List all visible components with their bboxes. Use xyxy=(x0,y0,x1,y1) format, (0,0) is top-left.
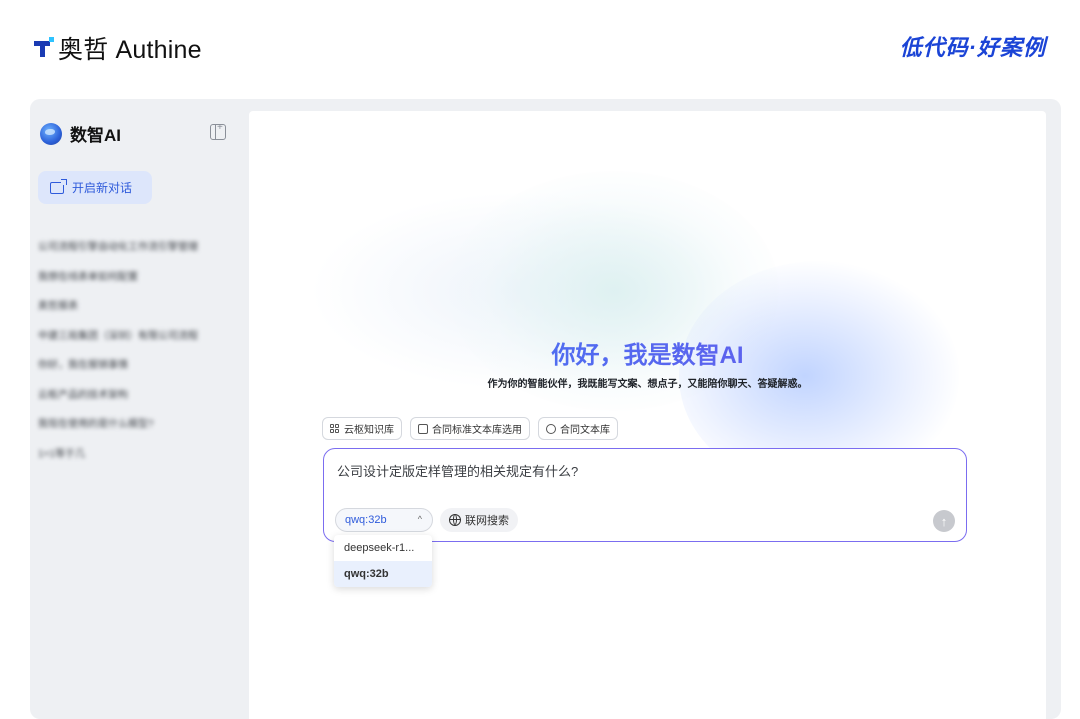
top-brand-bar: 奥哲 Authine 低代码·好案例 xyxy=(0,0,1080,92)
chip-contract-library[interactable]: 合同文本库 xyxy=(538,417,618,440)
history-item[interactable]: 云枢产品的技术架构 xyxy=(38,379,228,409)
history-item[interactable]: 奥哲报表 xyxy=(38,290,228,320)
history-item[interactable]: 我现在使用的是什么模型? xyxy=(38,408,228,438)
history-item[interactable]: 我想在线表单如何配置 xyxy=(38,261,228,291)
recycle-icon xyxy=(546,423,556,434)
model-option[interactable]: deepseek-r1... xyxy=(334,535,432,561)
authine-logo-mark xyxy=(34,37,54,59)
history-item[interactable]: 中建三局集团（深圳）有限公司流程 xyxy=(38,320,228,350)
new-chat-icon xyxy=(50,178,67,194)
send-button[interactable]: ↑ xyxy=(933,510,955,532)
history-item[interactable]: 你好，我在报销事情 xyxy=(38,349,228,379)
sidebar-header: 数智AI xyxy=(40,121,226,146)
history-item[interactable]: 公司流程引擎自动化工作流引擎管理 xyxy=(38,231,228,261)
new-chat-label: 开启新对话 xyxy=(72,181,133,195)
chat-history-list: 公司流程引擎自动化工作流引擎管理 我想在线表单如何配置 奥哲报表 中建三局集团（… xyxy=(38,231,228,467)
chat-input[interactable] xyxy=(337,463,937,478)
chip-label: 云枢知识库 xyxy=(344,425,394,436)
globe-logo-icon xyxy=(40,122,62,145)
model-select[interactable]: qwq:32b ^ xyxy=(335,508,433,532)
globe-icon xyxy=(449,514,461,526)
arrow-up-icon: ↑ xyxy=(940,513,948,529)
model-option[interactable]: qwq:32b xyxy=(334,561,432,587)
grid-icon xyxy=(330,423,340,434)
web-search-label: 联网搜索 xyxy=(465,515,509,527)
stack-icon xyxy=(418,423,428,434)
sidebar: 数智AI 开启新对话 公司流程引擎自动化工作流引擎管理 我想在线表单如何配置 奥… xyxy=(30,99,236,719)
knowledge-base-chips: 云枢知识库 合同标准文本库选用 合同文本库 xyxy=(322,417,618,440)
brand-slogan: 低代码·好案例 xyxy=(899,35,1046,60)
model-dropdown: deepseek-r1... qwq:32b xyxy=(334,535,432,587)
app-title: 数智AI xyxy=(70,126,121,145)
new-chat-button[interactable]: 开启新对话 xyxy=(38,171,152,204)
history-item[interactable]: 1+1等于几 xyxy=(38,438,228,468)
model-select-value: qwq:32b xyxy=(345,514,387,526)
chip-label: 合同标准文本库选用 xyxy=(432,425,522,436)
collapse-sidebar-icon[interactable] xyxy=(210,122,226,140)
authine-logo[interactable]: 奥哲 Authine xyxy=(34,30,202,66)
chat-input-box: qwq:32b ^ 联网搜索 ↑ xyxy=(323,448,967,542)
chip-knowledge-base[interactable]: 云枢知识库 xyxy=(322,417,402,440)
welcome-subtitle: 作为你的智能伙伴，我既能写文案、想点子，又能陪你聊天、答疑解惑。 xyxy=(487,379,808,390)
welcome-title: 你好，我是数智AI xyxy=(249,335,1046,370)
chevron-up-icon: ^ xyxy=(417,514,422,524)
brand-name: 奥哲 Authine xyxy=(58,36,202,64)
chip-label: 合同文本库 xyxy=(560,425,610,436)
web-search-toggle[interactable]: 联网搜索 xyxy=(440,508,518,532)
chat-main-panel: 你好，我是数智AI 作为你的智能伙伴，我既能写文案、想点子，又能陪你聊天、答疑解… xyxy=(249,111,1046,719)
chip-contract-standard-library[interactable]: 合同标准文本库选用 xyxy=(410,417,530,440)
app-window: 数智AI 开启新对话 公司流程引擎自动化工作流引擎管理 我想在线表单如何配置 奥… xyxy=(30,99,1061,719)
